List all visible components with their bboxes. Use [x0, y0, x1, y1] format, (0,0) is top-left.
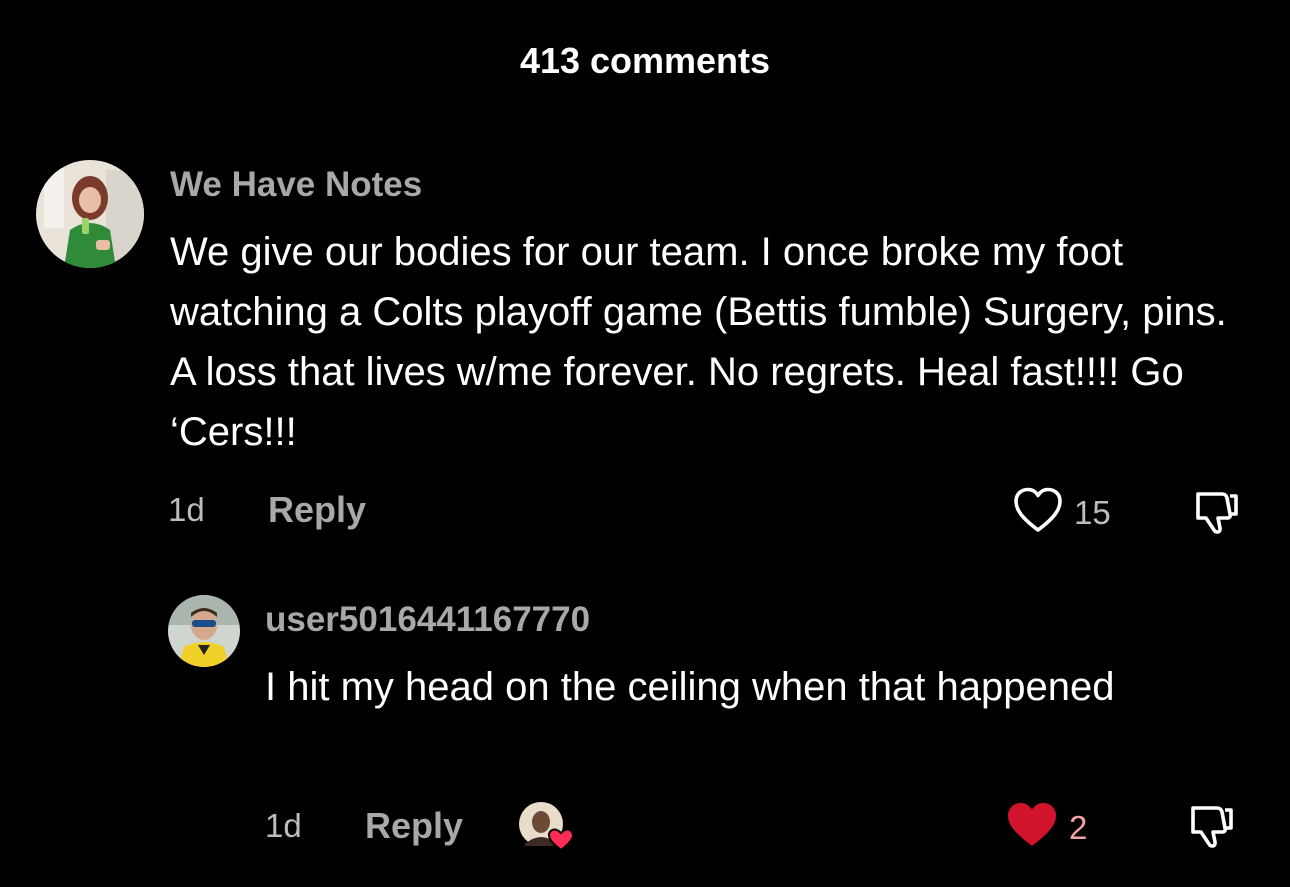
- avatar[interactable]: [36, 160, 144, 268]
- dislike-button[interactable]: [1190, 486, 1242, 543]
- dislike-icon: [1190, 492, 1242, 542]
- comments-panel: 413 comments We Have Notes We give our b…: [0, 0, 1290, 887]
- like-count: 2: [1069, 808, 1088, 846]
- comment-text: We give our bodies for our team. I once …: [170, 230, 1227, 454]
- avatar[interactable]: [168, 595, 240, 667]
- reply-button[interactable]: Reply: [268, 489, 366, 531]
- like-button[interactable]: 15: [1012, 486, 1111, 539]
- dislike-button[interactable]: [1185, 800, 1237, 857]
- comment-username[interactable]: user5016441167770: [265, 600, 590, 640]
- creator-liked-badge-icon: [517, 800, 575, 852]
- comment-timestamp: 1d: [265, 807, 302, 844]
- like-count: 15: [1074, 493, 1111, 531]
- comment-text: I hit my head on the ceiling when that h…: [265, 665, 1115, 709]
- heart-outline-icon: [1012, 486, 1064, 539]
- comments-count-title: 413 comments: [519, 40, 771, 81]
- reply-button[interactable]: Reply: [365, 805, 463, 847]
- comment-timestamp: 1d: [168, 491, 205, 528]
- comment-username[interactable]: We Have Notes: [170, 165, 422, 205]
- heart-filled-icon: [1005, 800, 1059, 855]
- like-button[interactable]: 2: [1005, 800, 1087, 855]
- dislike-icon: [1185, 806, 1237, 856]
